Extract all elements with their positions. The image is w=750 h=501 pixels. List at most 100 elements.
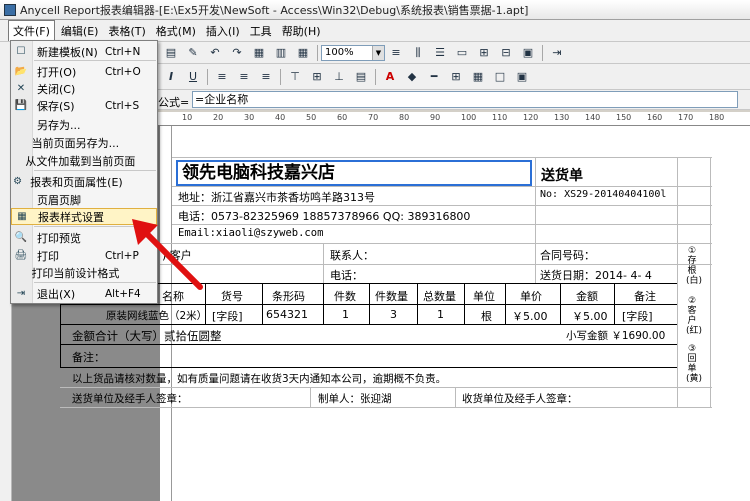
undo-icon[interactable]: ↶ [206, 44, 224, 62]
file-menu-item[interactable]: 📂 打开(O) Ctrl+O [11, 63, 157, 80]
font-color-icon[interactable]: A [381, 68, 399, 86]
row-amount: ￥5.00 [572, 310, 608, 323]
menu-table[interactable]: 表格(T) [104, 21, 149, 41]
field-icon[interactable]: ▣ [519, 44, 537, 62]
title-bar: Anycell Report报表编辑器-[E:\Ex5开发\NewSoft - … [0, 0, 750, 20]
receiver-signature: 收货单位及经手人签章： [462, 393, 578, 405]
grid-line [505, 283, 506, 324]
file-menu-item-label: 打印当前设计格式 [31, 266, 120, 280]
toolbar-separator [280, 68, 281, 85]
menu-tools[interactable]: 工具 [246, 21, 276, 41]
ruler-mark: 20 [213, 113, 224, 122]
underline-icon[interactable]: U [184, 68, 202, 86]
split-icon[interactable]: ⊟ [497, 44, 515, 62]
grid-line [172, 186, 712, 187]
file-menu-item[interactable]: 从文件加载到当前页面 [11, 152, 157, 169]
grid-line [60, 367, 677, 368]
menu-separator [34, 60, 156, 61]
total-in-words: 金额合计（大写）贰拾伍圆整 [72, 329, 222, 343]
grid-line [160, 264, 712, 265]
insert-row-icon[interactable]: ≡ [387, 44, 405, 62]
menu-edit[interactable]: 编辑(E) [57, 21, 103, 41]
ruler-mark: 150 [616, 113, 632, 122]
valign-top-icon[interactable]: ⊤ [286, 68, 304, 86]
exit-icon[interactable]: ⇥ [548, 44, 566, 62]
insert-col-icon[interactable]: ⫼ [409, 44, 427, 62]
header-remark: 备注 [634, 290, 656, 303]
ruler-mark: 120 [523, 113, 539, 122]
file-menu-item[interactable]: ⚙ 报表和页面属性(E) [11, 173, 157, 190]
file-menu-item[interactable]: 页眉页脚 [11, 191, 157, 208]
zoom-value: 100% [325, 47, 354, 58]
menu-format[interactable]: 格式(M) [152, 21, 200, 41]
zoom-select[interactable]: 100% ▼ [321, 44, 385, 61]
border-icon[interactable]: ⊞ [447, 68, 465, 86]
grid-line [60, 324, 677, 325]
menu-separator [34, 170, 156, 171]
doc-number: No: XS29-20140404100l [540, 189, 667, 200]
grid-line [172, 205, 712, 206]
table-icon[interactable]: ▥ [272, 44, 290, 62]
delete-col-icon[interactable]: ▭ [453, 44, 471, 62]
grid-line [560, 283, 561, 324]
header-total-qty: 总数量 [423, 290, 456, 303]
menu-file[interactable]: 文件(F) [8, 20, 55, 41]
company-name-cell[interactable]: 领先电脑科技嘉兴店 [176, 160, 532, 186]
grid-line [262, 283, 263, 324]
file-menu-item-label: 退出(X) [37, 287, 76, 301]
cell-icon[interactable]: ▦ [250, 44, 268, 62]
file-menu-item-label: 页眉页脚 [37, 193, 81, 207]
file-menu-item-label: 保存(S) [37, 99, 75, 113]
grid-line [614, 283, 615, 324]
grid-line [455, 387, 456, 407]
file-menu-item[interactable]: ✕ 关闭(C) [11, 80, 157, 97]
grid-line [160, 243, 712, 244]
border-all-icon[interactable]: ▦ [469, 68, 487, 86]
total-amount: 小写金额 ￥1690.00 [566, 330, 666, 342]
border-inner-icon[interactable]: ▣ [513, 68, 531, 86]
file-menu-item[interactable]: 当前页面另存为... [11, 134, 157, 151]
align-right-icon[interactable]: ≡ [257, 68, 275, 86]
side-label-stub: ①存根(白) [686, 246, 703, 286]
ruler-mark: 80 [399, 113, 410, 122]
format-painter-icon[interactable]: ✎ [184, 44, 202, 62]
file-menu-item-label: 打开(O) [37, 65, 77, 79]
fill-color-icon[interactable]: ◆ [403, 68, 421, 86]
menu-help[interactable]: 帮助(H) [278, 21, 325, 41]
file-menu-item-label: 报表和页面属性(E) [30, 175, 123, 189]
paste-icon[interactable]: ▤ [162, 44, 180, 62]
valign-bottom-icon[interactable]: ⊥ [330, 68, 348, 86]
redo-icon[interactable]: ↷ [228, 44, 246, 62]
row-barcode: 654321 [266, 308, 308, 321]
remark-label: 备注： [72, 351, 105, 364]
file-menu-item[interactable]: ☐ 新建模板(N) Ctrl+N [11, 43, 157, 60]
close-icon: ✕ [16, 83, 26, 94]
side-label-receipt: ③回单(黄) [686, 344, 703, 384]
border-outer-icon[interactable]: □ [491, 68, 509, 86]
file-menu-item[interactable]: 💾 保存(S) Ctrl+S [11, 97, 157, 114]
properties-icon: ⚙ [13, 176, 23, 187]
ruler-mark: 160 [647, 113, 663, 122]
grid-icon[interactable]: ▦ [294, 44, 312, 62]
ruler-mark: 140 [585, 113, 601, 122]
delete-row-icon[interactable]: ☰ [431, 44, 449, 62]
line-style-icon[interactable]: ━ [425, 68, 443, 86]
row-remark: [字段] [622, 310, 653, 323]
wrap-icon[interactable]: ▤ [352, 68, 370, 86]
merge-icon[interactable]: ⊞ [475, 44, 493, 62]
file-menu-item[interactable]: 另存为... [11, 116, 157, 133]
italic-icon[interactable]: I [162, 68, 180, 86]
file-menu-item-label: 新建模板(N) [37, 45, 98, 59]
align-left-icon[interactable]: ≡ [213, 68, 231, 86]
exit-icon: ⇥ [16, 288, 26, 299]
menu-insert[interactable]: 插入(I) [202, 21, 244, 41]
align-center-icon[interactable]: ≡ [235, 68, 253, 86]
row-name: 原装网线蓝色（2米） [106, 310, 208, 322]
row-total-qty: 1 [437, 308, 444, 321]
header-pieces: 件数 [334, 290, 356, 303]
toolbar-separator [542, 44, 543, 61]
file-menu-item-label: 当前页面另存为... [31, 136, 120, 150]
valign-middle-icon[interactable]: ⊞ [308, 68, 326, 86]
header-unit: 单位 [473, 290, 495, 303]
formula-input[interactable]: =企业名称 [192, 91, 738, 108]
